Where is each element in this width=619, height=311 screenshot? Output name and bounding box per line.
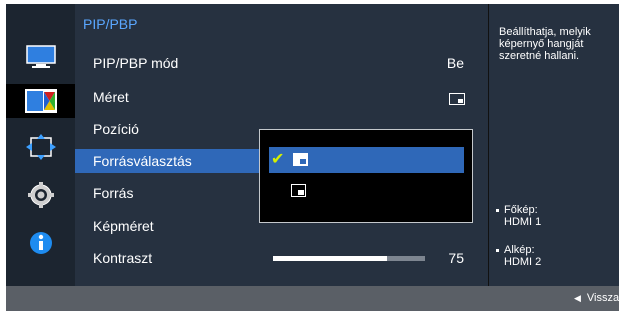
info-icon bbox=[29, 232, 52, 254]
info-item-label: Főkép: bbox=[504, 204, 538, 216]
menu-item-contrast[interactable]: Kontraszt 75 bbox=[75, 244, 470, 272]
menu-item-sound-source[interactable]: Forrásválasztás bbox=[75, 149, 260, 173]
menu-item-value: Be bbox=[446, 55, 464, 71]
osd-window: PIP/PBP PIP/PBP mód Be Méret Pozíció For… bbox=[6, 4, 619, 311]
back-button[interactable]: ◀ Vissza bbox=[574, 292, 619, 304]
info-item-value: HDMI 1 bbox=[504, 216, 542, 228]
back-label: Vissza bbox=[586, 292, 619, 304]
sidebar-item-color[interactable] bbox=[6, 84, 75, 118]
bullet-icon bbox=[496, 208, 499, 212]
sidebar-item-picture[interactable] bbox=[6, 40, 75, 74]
option-sub-screen[interactable] bbox=[269, 178, 464, 204]
sidebar bbox=[6, 4, 75, 286]
menu-item-value: 75 bbox=[448, 250, 464, 266]
color-icon bbox=[24, 89, 57, 113]
info-item-label: Alkép: bbox=[504, 244, 535, 256]
sidebar-item-setup[interactable] bbox=[6, 178, 75, 212]
info-main-source: Főkép: HDMI 1 bbox=[496, 204, 541, 228]
contrast-slider[interactable] bbox=[273, 256, 425, 261]
menu-item-size[interactable]: Méret bbox=[75, 83, 470, 111]
back-arrow-icon: ◀ bbox=[574, 293, 581, 303]
panel-title: PIP/PBP bbox=[83, 16, 138, 32]
info-item-value: HDMI 2 bbox=[504, 256, 542, 268]
checkmark-icon: ✔ bbox=[271, 151, 285, 168]
menu-item-label: PIP/PBP mód bbox=[93, 55, 179, 71]
menu-item-label: Pozíció bbox=[93, 121, 139, 137]
pip-size-icon bbox=[449, 93, 465, 105]
menu-item-pip-pbp-mode[interactable]: PIP/PBP mód Be bbox=[75, 49, 470, 77]
sidebar-item-information[interactable] bbox=[6, 226, 75, 260]
info-sub-source: Alkép: HDMI 2 bbox=[496, 244, 541, 268]
footer-bar: ◀ Vissza bbox=[6, 286, 619, 311]
menu-item-label: Forrásválasztás bbox=[93, 153, 192, 169]
bullet-icon bbox=[496, 248, 499, 252]
gear-icon bbox=[27, 182, 54, 208]
sound-source-dropdown: ✔ bbox=[259, 129, 473, 223]
sidebar-item-size-position[interactable] bbox=[6, 130, 75, 164]
info-panel: Beállíthatja, melyik képernyő hangját sz… bbox=[488, 4, 619, 286]
info-description: Beállíthatja, melyik képernyő hangját sz… bbox=[499, 26, 591, 62]
menu-item-label: Kontraszt bbox=[93, 250, 153, 266]
menu-item-label: Képméret bbox=[93, 218, 154, 234]
sub-screen-icon bbox=[291, 184, 306, 197]
menu-item-label: Forrás bbox=[93, 185, 134, 201]
monitor-icon bbox=[25, 45, 56, 68]
menu-item-label: Méret bbox=[93, 89, 129, 105]
contrast-slider-fill bbox=[273, 256, 387, 261]
main-screen-icon bbox=[293, 153, 308, 166]
move-icon bbox=[25, 134, 56, 160]
option-main-screen[interactable]: ✔ bbox=[269, 147, 464, 173]
